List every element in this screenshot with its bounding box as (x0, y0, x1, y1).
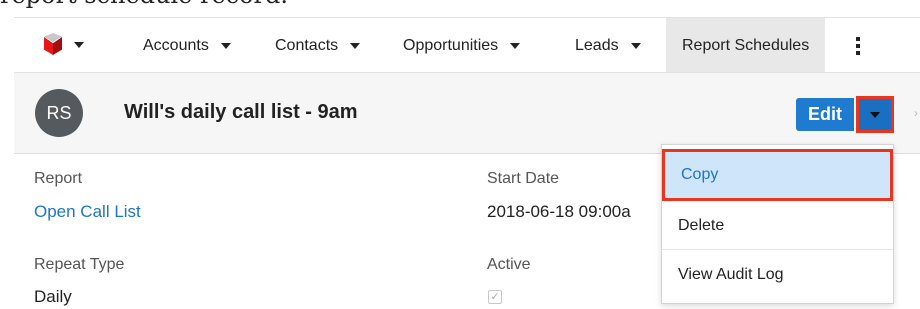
nav-tab-label: Leads (575, 36, 619, 54)
repeat-type-label: Repeat Type (34, 256, 125, 273)
menu-item-view-audit-log[interactable]: View Audit Log (662, 251, 893, 299)
page-caption: report schedule record. (0, 0, 288, 13)
top-navbar: Accounts Contacts Opportunities Leads Re… (14, 17, 920, 73)
nav-tab-report-schedules[interactable]: Report Schedules (666, 18, 826, 73)
chevron-down-icon[interactable] (350, 42, 361, 49)
chevron-down-icon[interactable] (220, 42, 231, 49)
edit-button[interactable]: Edit (796, 98, 854, 131)
nav-tab-label: Accounts (143, 36, 209, 54)
close-icon[interactable]: › (914, 106, 918, 120)
actions-dropdown-menu: Copy Delete View Audit Log (661, 144, 894, 304)
menu-item-copy[interactable]: Copy (662, 149, 893, 201)
nav-tab-contacts[interactable]: Contacts (275, 18, 361, 73)
nav-tab-opportunities[interactable]: Opportunities (403, 18, 521, 73)
actions-dropdown-button[interactable] (856, 96, 894, 133)
vertical-ellipsis-icon[interactable] (854, 37, 862, 55)
nav-tab-label: Report Schedules (682, 36, 810, 54)
nav-tab-accounts[interactable]: Accounts (143, 18, 231, 73)
active-checkbox: ✓ (488, 290, 502, 304)
report-label: Report (34, 170, 83, 187)
chevron-down-icon (74, 42, 84, 48)
chevron-down-icon[interactable] (630, 42, 641, 49)
avatar: RS (35, 89, 83, 137)
report-link[interactable]: Open Call List (34, 202, 141, 222)
nav-tab-label: Contacts (275, 36, 339, 54)
nav-tab-leads[interactable]: Leads (575, 18, 641, 73)
record-header: RS Will's daily call list - 9am Edit › (14, 72, 920, 154)
chevron-down-icon (870, 111, 880, 118)
record-title: Will's daily call list - 9am (124, 101, 358, 123)
chevron-down-icon[interactable] (510, 42, 521, 49)
start-date-value: 2018-06-18 09:00a (487, 202, 631, 221)
start-date-label: Start Date (487, 170, 560, 187)
active-label: Active (487, 256, 531, 273)
nav-tab-label: Opportunities (403, 36, 499, 54)
logo-menu[interactable] (42, 30, 98, 60)
menu-item-delete[interactable]: Delete (662, 202, 893, 250)
sugar-cube-icon (42, 33, 64, 57)
repeat-type-value: Daily (34, 287, 72, 306)
